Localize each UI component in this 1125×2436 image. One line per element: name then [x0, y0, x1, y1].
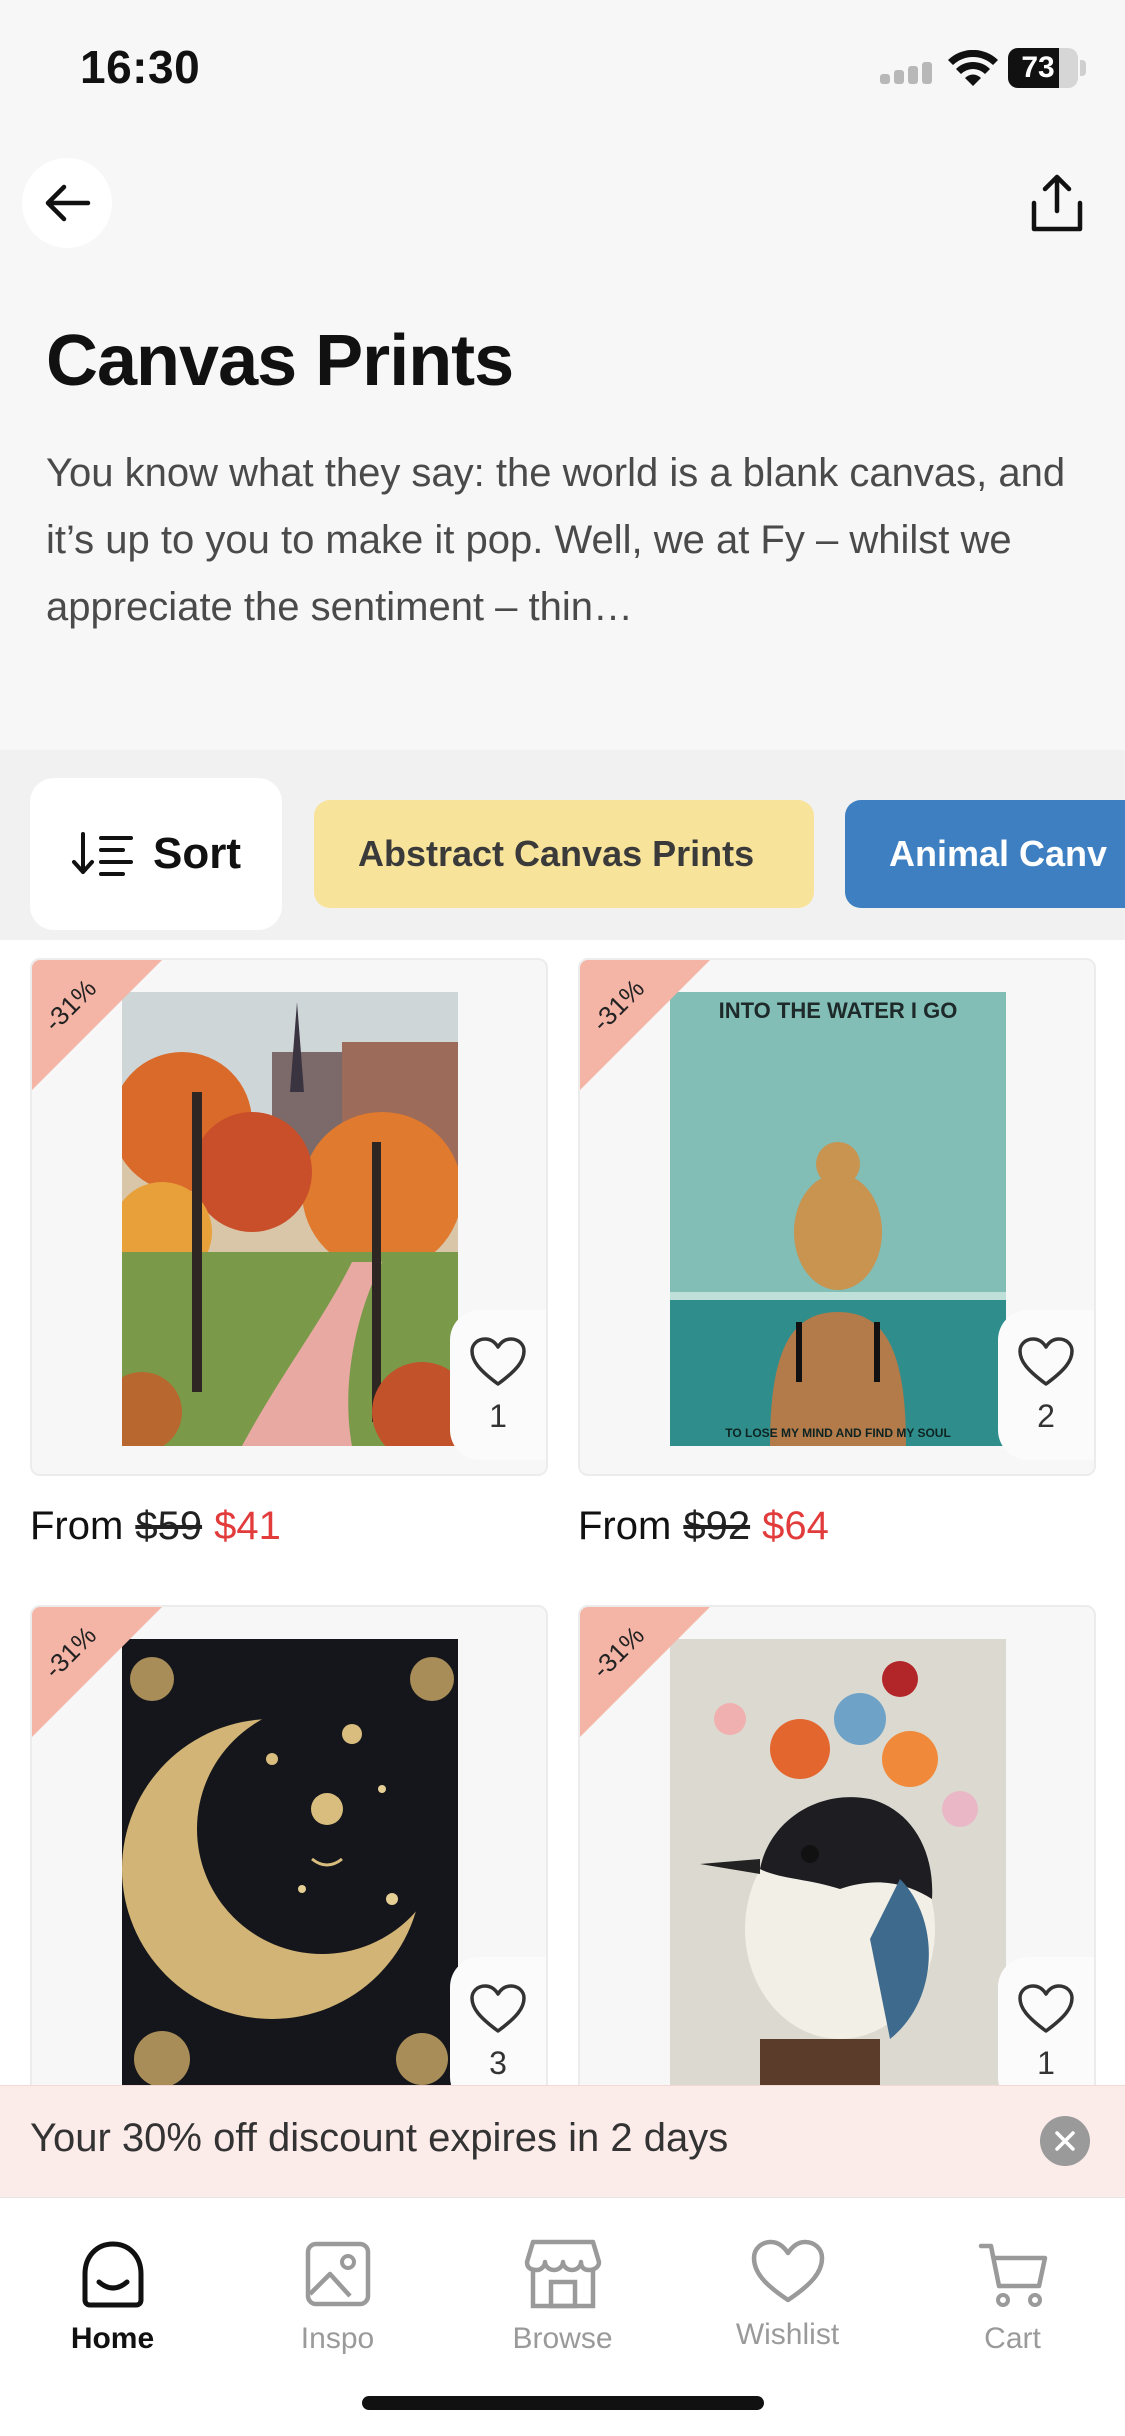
image-icon — [305, 2241, 370, 2307]
share-button[interactable] — [1012, 158, 1102, 248]
heart-icon — [470, 1984, 526, 2033]
wifi-icon — [948, 50, 998, 86]
product-card[interactable]: -31% 1 — [578, 1605, 1096, 2085]
price-row: From $92 $64 — [578, 1504, 1096, 1549]
poster-bottom-text: TO LOSE MY MIND AND FIND MY SOUL — [725, 1426, 951, 1440]
tab-label: Browse — [512, 2322, 613, 2355]
tab-label: Cart — [984, 2322, 1041, 2355]
product-grid: -31% 1 From $59 $41 INTO THE WATER I GO … — [0, 940, 1125, 2085]
close-icon — [1055, 2131, 1075, 2151]
product-card[interactable]: -31% 3 — [30, 1605, 548, 2085]
status-bar: 16:30 73 — [0, 0, 1125, 140]
original-price: $59 — [135, 1504, 203, 1548]
sort-icon — [72, 832, 133, 876]
cart-icon — [978, 2243, 1047, 2307]
discount-banner[interactable]: Your 30% off discount expires in 2 days — [0, 2085, 1125, 2197]
original-price: $92 — [683, 1504, 751, 1548]
sort-button[interactable]: Sort — [30, 778, 282, 930]
price-row: From $59 $41 — [30, 1504, 548, 1549]
product-card[interactable]: INTO THE WATER I GO TO LOSE MY MIND AND … — [578, 958, 1096, 1549]
product-tile[interactable]: -31% 1 — [578, 1605, 1096, 2085]
back-button[interactable] — [22, 158, 112, 248]
heart-icon — [751, 2239, 824, 2303]
filter-bar: Sort Abstract Canvas Prints Animal Canv — [0, 750, 1125, 940]
tab-browse[interactable]: Browse — [450, 2238, 675, 2368]
price-prefix: From — [30, 1504, 124, 1548]
battery-level: 73 — [1021, 51, 1055, 84]
tab-label: Home — [70, 2322, 155, 2355]
product-card[interactable]: -31% 1 From $59 $41 — [30, 958, 548, 1549]
wishlist-button[interactable]: 1 — [450, 1310, 546, 1460]
sale-price: $41 — [214, 1504, 281, 1548]
price-prefix: From — [578, 1504, 672, 1548]
chip-abstract-canvas-prints[interactable]: Abstract Canvas Prints — [314, 800, 814, 908]
discount-banner-text: Your 30% off discount expires in 2 days — [30, 2116, 729, 2160]
product-image-swimmer-poster[interactable]: INTO THE WATER I GO TO LOSE MY MIND AND … — [670, 992, 1006, 1446]
close-banner-button[interactable] — [1040, 2116, 1090, 2166]
wishlist-button[interactable]: 1 — [998, 1957, 1094, 2085]
tab-home[interactable]: Home — [0, 2238, 225, 2368]
product-image-golden-moon[interactable] — [122, 1639, 458, 2085]
battery-icon: 73 — [1008, 48, 1078, 88]
battery-cap — [1080, 60, 1086, 76]
product-tile[interactable]: INTO THE WATER I GO TO LOSE MY MIND AND … — [578, 958, 1096, 1476]
collection-header: Canvas Prints You know what they say: th… — [0, 140, 1125, 750]
heart-icon — [1018, 1984, 1074, 2033]
product-image-bird-with-flowers[interactable] — [670, 1639, 1006, 2085]
heart-icon — [1018, 1337, 1074, 1386]
share-icon — [1031, 174, 1083, 232]
product-image-autumn-park[interactable] — [122, 992, 458, 1446]
wishlist-button[interactable]: 2 — [998, 1310, 1094, 1460]
product-tile[interactable]: -31% 1 — [30, 958, 548, 1476]
tab-inspo[interactable]: Inspo — [225, 2238, 450, 2368]
wishlist-count: 2 — [1037, 1398, 1055, 1434]
wishlist-button[interactable]: 3 — [450, 1957, 546, 2085]
store-icon — [524, 2239, 601, 2309]
status-time: 16:30 — [80, 41, 201, 93]
wishlist-count: 3 — [489, 2045, 507, 2081]
sort-label: Sort — [153, 829, 241, 878]
chip-animal-canvas-prints[interactable]: Animal Canv — [845, 800, 1125, 908]
tab-label: Wishlist — [735, 2318, 840, 2351]
arrow-left-icon — [45, 184, 91, 222]
home-icon — [82, 2241, 143, 2308]
wishlist-count: 1 — [489, 1398, 507, 1434]
heart-icon — [470, 1337, 526, 1386]
tab-label: Inspo — [300, 2322, 375, 2355]
tab-wishlist[interactable]: Wishlist — [675, 2238, 900, 2368]
tab-cart[interactable]: Cart — [900, 2238, 1125, 2368]
poster-top-text: INTO THE WATER I GO — [719, 998, 958, 1023]
wishlist-count: 1 — [1037, 2045, 1055, 2081]
product-tile[interactable]: -31% 3 — [30, 1605, 548, 2085]
sale-price: $64 — [762, 1504, 829, 1548]
cellular-signal-icon — [880, 60, 932, 84]
page-title: Canvas Prints — [46, 321, 514, 401]
collection-description[interactable]: You know what they say: the world is a b… — [46, 440, 1086, 641]
home-indicator[interactable] — [362, 2396, 764, 2410]
